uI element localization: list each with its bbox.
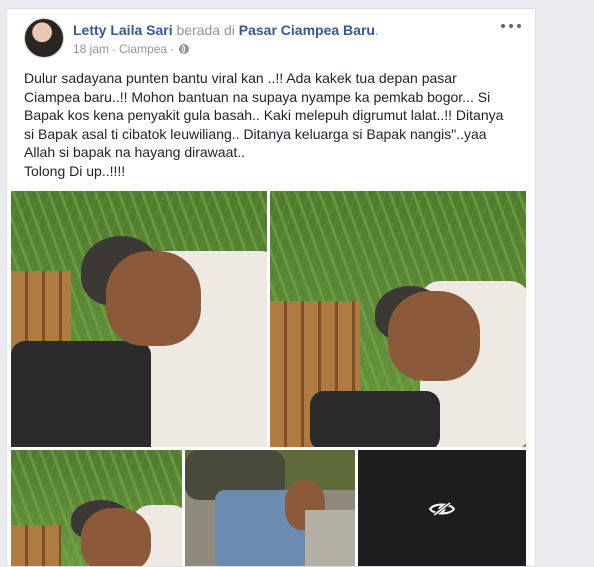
- post-photo-5[interactable]: [358, 450, 526, 566]
- post-text-line: Ciampea baru..!! Mohon bantuan na supaya…: [24, 88, 491, 105]
- post-photo-4[interactable]: [185, 450, 355, 566]
- post-text-line: Allah si bapak na hayang dirawaat..: [24, 144, 246, 160]
- post-text-line: Bapak kos kena penyakit gula basah.. Kak…: [24, 107, 504, 123]
- post-text: Dulur sadayana punten bantu viral kan ..…: [24, 69, 524, 180]
- more-options-icon[interactable]: [501, 19, 521, 33]
- eye-icon[interactable]: [429, 501, 455, 517]
- feed-post: Letty Laila Sari berada di Pasar Ciampea…: [6, 8, 536, 567]
- post-text-line: Dulur sadayana punten bantu viral kan ..…: [24, 70, 457, 86]
- post-photo-1[interactable]: [11, 191, 267, 447]
- post-text-line: Tolong Di up..!!!!: [24, 162, 126, 179]
- meta-separator: ·: [170, 42, 175, 56]
- place-link[interactable]: Pasar Ciampea Baru: [239, 22, 375, 38]
- post-photo-2[interactable]: [270, 191, 526, 447]
- location-connector: berada di: [172, 22, 239, 38]
- post-header: Letty Laila Sari berada di Pasar Ciampea…: [73, 22, 379, 38]
- post-text-line: si Bapak asal ti cibatok leuwiliang.. Di…: [24, 125, 487, 142]
- post-timestamp[interactable]: 18 jam: [73, 42, 109, 56]
- globe-icon[interactable]: [179, 44, 190, 54]
- meta-separator: ·: [112, 42, 117, 56]
- author-avatar[interactable]: [24, 18, 64, 58]
- place-suffix: .: [374, 22, 379, 38]
- post-location[interactable]: Ciampea: [119, 42, 167, 56]
- post-photo-3[interactable]: [11, 450, 182, 566]
- post-meta: 18 jam · Ciampea ·: [73, 42, 190, 56]
- author-name-link[interactable]: Letty Laila Sari: [73, 22, 173, 38]
